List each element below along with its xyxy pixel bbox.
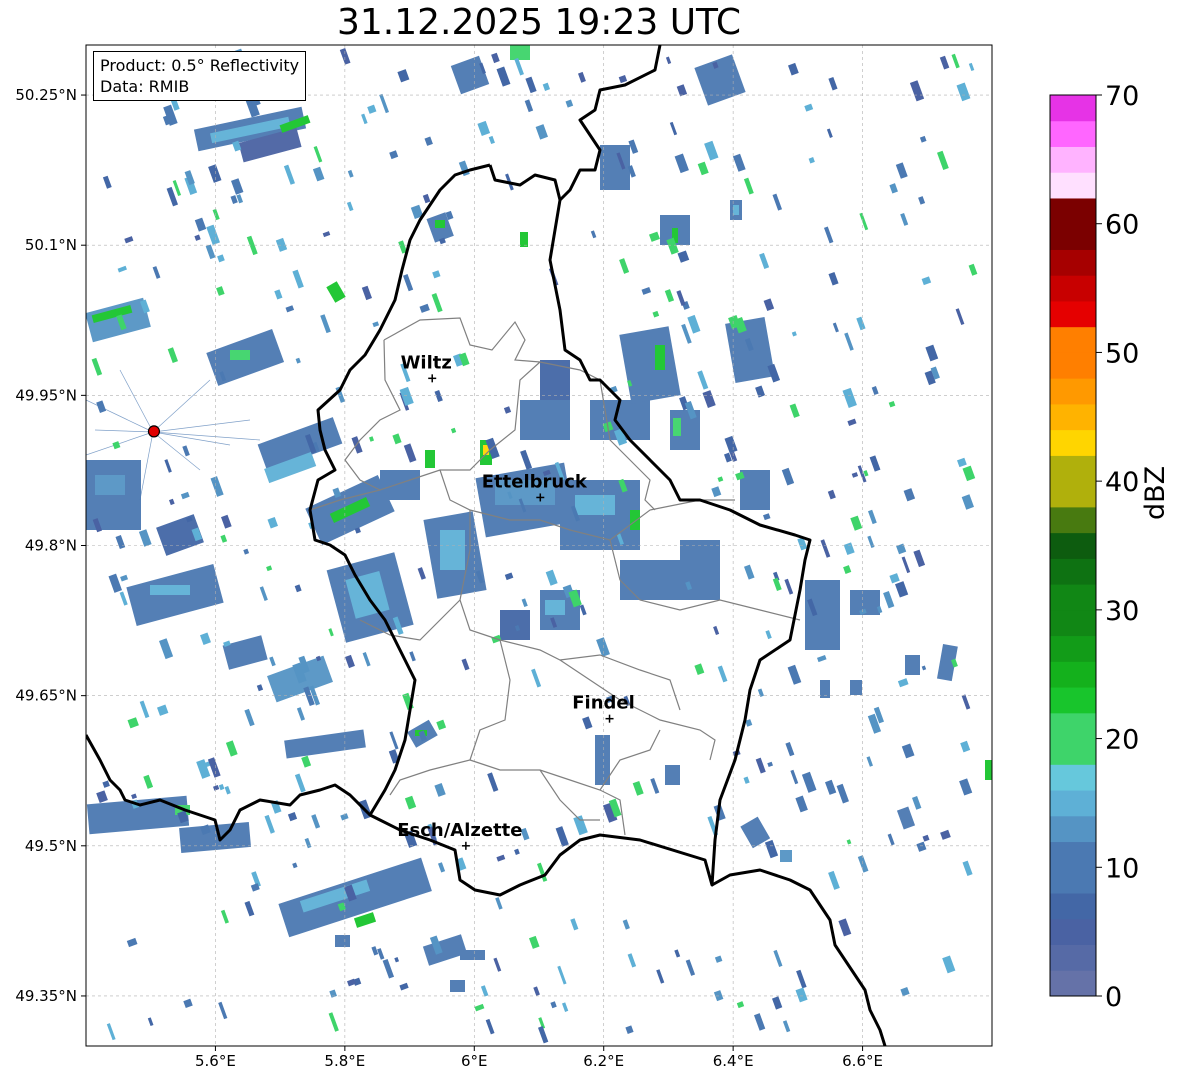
colorbar-segment [1050,146,1096,173]
colorbar-tick-label: 50 [1105,338,1139,369]
x-tick-label: 5.6°E [195,1052,236,1070]
y-tick-label: 50.25°N [15,86,77,104]
colorbar-label: dBZ [1140,465,1171,520]
colorbar-tick-label: 60 [1105,210,1139,241]
colorbar-segment [1050,609,1096,637]
product-label: Product: 0.5° Reflectivity [100,56,300,75]
colorbar-segment [1050,841,1096,868]
x-tick-label: 6.2°E [583,1052,624,1070]
colorbar-segment [1050,326,1096,353]
colorbar-segment [1050,970,1096,997]
y-tick-label: 50.1°N [25,236,77,254]
colorbar-segment [1050,197,1096,225]
colorbar-segment [1050,867,1096,894]
colorbar-tick-label: 20 [1105,725,1139,756]
x-tick-label: 6°E [461,1052,488,1070]
colorbar-segment [1050,893,1096,920]
colorbar-segment [1050,249,1096,276]
colorbar-segment [1050,455,1096,482]
colorbar-segment [1050,635,1096,662]
colorbar-tick-label: 70 [1105,81,1139,112]
colorbar-segment [1050,172,1096,199]
colorbar-segment [1050,300,1096,328]
colorbar-segment [1050,223,1096,250]
y-tick-label: 49.95°N [15,386,77,404]
colorbar-segment [1050,790,1096,817]
colorbar: 0 10 20 30 40 50 60 70 [1049,81,1139,1013]
x-tick-label: 6.6°E [842,1052,883,1070]
colorbar-segment [1050,95,1096,122]
y-tick-label: 49.5°N [25,837,77,855]
data-source-label: Data: RMIB [100,77,190,96]
colorbar-segment [1050,275,1096,302]
colorbar-segment [1050,661,1096,688]
radar-site-marker [147,425,161,438]
colorbar-segment [1050,506,1096,534]
colorbar-segment [1050,532,1096,559]
colorbar-tick-label: 10 [1105,853,1139,884]
colorbar-tick-label: 30 [1105,596,1139,627]
product-info-box: Product: 0.5° Reflectivity Data: RMIB [93,51,307,101]
radar-map: 5.6°E 5.8°E 6°E 6.2°E 6.4°E 6.6°E 50.25°N 50.1°… [15,44,1139,1070]
colorbar-segment [1050,352,1096,379]
colorbar-segment [1050,815,1096,843]
colorbar-segment [1050,687,1096,714]
radar-site-dot [147,425,161,438]
colorbar-tick-label: 40 [1105,467,1139,498]
colorbar-segment [1050,738,1096,765]
y-tick-label: 49.65°N [15,687,77,705]
colorbar-segment [1050,378,1096,405]
city-label: Findel [572,693,635,714]
city-label: Wiltz [401,352,452,373]
colorbar-segment [1050,120,1096,147]
colorbar-segment [1050,558,1096,585]
city-label: Ettelbruck [482,471,588,492]
colorbar-segment [1050,481,1096,508]
city-label: Esch/Alzette [397,820,522,841]
y-tick-label: 49.35°N [15,987,77,1005]
colorbar-tick-label: 0 [1105,982,1122,1013]
colorbar-segment [1050,403,1096,431]
x-tick-label: 5.8°E [324,1052,365,1070]
y-tick-label: 49.8°N [25,537,77,555]
colorbar-segment [1050,712,1096,740]
colorbar-segment [1050,764,1096,791]
x-tick-label: 6.4°E [713,1052,754,1070]
colorbar-segment [1050,584,1096,611]
colorbar-segment [1050,918,1096,946]
colorbar-segment [1050,944,1096,971]
colorbar-segment [1050,429,1096,456]
